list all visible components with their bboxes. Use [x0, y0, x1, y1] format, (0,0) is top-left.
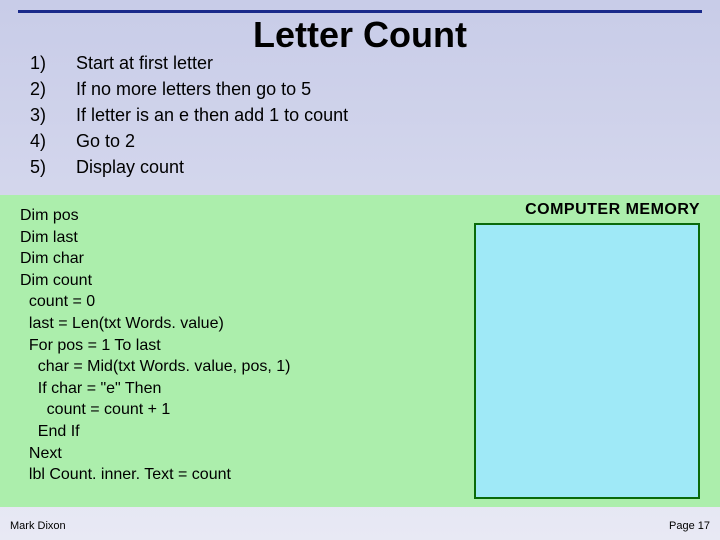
step-text: Display count [76, 154, 184, 180]
footer-page: Page 17 [669, 520, 710, 532]
step-number: 5) [30, 154, 76, 180]
step-row: 2) If no more letters then go to 5 [30, 76, 348, 102]
memory-box [474, 223, 700, 499]
algorithm-steps: 1) Start at first letter 2) If no more l… [30, 50, 348, 180]
step-number: 3) [30, 102, 76, 128]
step-row: 5) Display count [30, 154, 348, 180]
memory-label: COMPUTER MEMORY [525, 201, 700, 219]
top-rule [18, 10, 702, 13]
step-number: 1) [30, 50, 76, 76]
step-text: Start at first letter [76, 50, 213, 76]
step-row: 3) If letter is an e then add 1 to count [30, 102, 348, 128]
step-text: If no more letters then go to 5 [76, 76, 311, 102]
step-row: 1) Start at first letter [30, 50, 348, 76]
step-text: If letter is an e then add 1 to count [76, 102, 348, 128]
step-number: 4) [30, 128, 76, 154]
step-text: Go to 2 [76, 128, 135, 154]
code-panel: COMPUTER MEMORY Dim pos Dim last Dim cha… [0, 195, 720, 507]
footer-author: Mark Dixon [10, 520, 66, 532]
code-block: Dim pos Dim last Dim char Dim count coun… [20, 205, 290, 486]
step-row: 4) Go to 2 [30, 128, 348, 154]
step-number: 2) [30, 76, 76, 102]
